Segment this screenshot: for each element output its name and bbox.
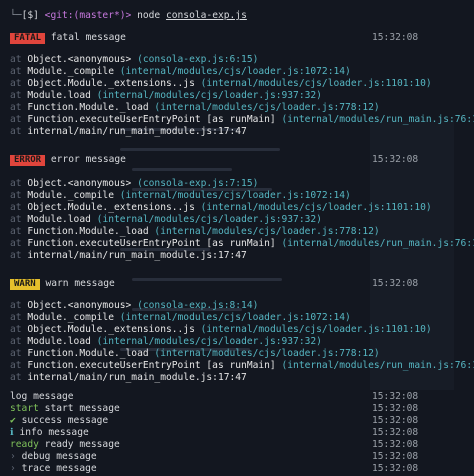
fatal-header: FATAL fatal message — [10, 32, 126, 44]
check-icon: ✔ — [10, 415, 16, 426]
stack-line: at internal/main/run_main_module.js:17:4… — [10, 250, 247, 261]
error-badge: ERROR — [10, 155, 46, 166]
timestamp: 15:32:08 — [372, 391, 419, 402]
terminal-window: └─[$] <git:(master*)> node consola-exp.j… — [0, 0, 474, 476]
success-line: ✔ success message — [10, 415, 109, 426]
stack-line: at Object.Module._extensions..js (intern… — [10, 78, 432, 89]
prompt-command: node — [137, 10, 161, 21]
stack-line: at Module._compile (internal/modules/cjs… — [10, 190, 351, 201]
timestamp: 15:32:08 — [372, 154, 419, 165]
stack-line: at Object.<anonymous> (consola-exp.js:6:… — [10, 54, 259, 65]
stack-line: at Object.Module._extensions..js (intern… — [10, 324, 432, 335]
timestamp: 15:32:08 — [372, 32, 419, 43]
ready-line: ready ready message — [10, 439, 120, 450]
prompt-file: consola-exp.js — [165, 10, 247, 21]
trace-line: › trace message — [10, 463, 97, 474]
stack-line: at Module.load (internal/modules/cjs/loa… — [10, 214, 322, 225]
stack-line: at Function.Module._load (internal/modul… — [10, 102, 380, 113]
stack-line: at Module._compile (internal/modules/cjs… — [10, 312, 351, 323]
prompt-dir: [$] — [21, 10, 39, 21]
timestamp: 15:32:08 — [372, 439, 419, 450]
timestamp: 15:32:08 — [372, 463, 419, 474]
chevron-right-icon: › — [10, 451, 16, 462]
stack-line: at Function.executeUserEntryPoint [as ru… — [10, 114, 474, 125]
warn-message: warn message — [45, 278, 115, 289]
fatal-message: fatal message — [50, 32, 126, 43]
fatal-badge: FATAL — [10, 33, 46, 44]
debug-line: › debug message — [10, 451, 97, 462]
prompt-line: └─[$] <git:(master*)> node consola-exp.j… — [10, 10, 247, 21]
timestamp: 15:32:08 — [372, 451, 419, 462]
stack-line: at Module.load (internal/modules/cjs/loa… — [10, 90, 322, 101]
stack-line: at Object.Module._extensions..js (intern… — [10, 202, 432, 213]
timestamp: 15:32:08 — [372, 427, 419, 438]
error-message: error message — [50, 154, 126, 165]
prompt-git-branch: <git:(master*)> — [44, 10, 132, 21]
stack-line: at Object.<anonymous> (consola-exp.js:8:… — [10, 300, 259, 311]
warn-header: WARN warn message — [10, 278, 115, 290]
terminal-output[interactable]: └─[$] <git:(master*)> node consola-exp.j… — [0, 0, 474, 476]
info-icon: ℹ — [10, 427, 14, 438]
stack-line: at internal/main/run_main_module.js:17:4… — [10, 372, 247, 383]
stack-line: at Module.load (internal/modules/cjs/loa… — [10, 336, 322, 347]
stack-line: at Function.Module._load (internal/modul… — [10, 226, 380, 237]
warn-badge: WARN — [10, 279, 40, 290]
stack-line: at Module._compile (internal/modules/cjs… — [10, 66, 351, 77]
stack-line: at Function.executeUserEntryPoint [as ru… — [10, 360, 474, 371]
chevron-right-icon: › — [10, 463, 16, 474]
timestamp: 15:32:08 — [372, 415, 419, 426]
stack-line: at Function.executeUserEntryPoint [as ru… — [10, 238, 474, 249]
timestamp: 15:32:08 — [372, 403, 419, 414]
timestamp: 15:32:08 — [372, 278, 419, 289]
log-line: log message — [10, 391, 74, 402]
start-line: start start message — [10, 403, 120, 414]
error-header: ERROR error message — [10, 154, 126, 166]
stack-line: at internal/main/run_main_module.js:17:4… — [10, 126, 247, 137]
info-line: ℹ info message — [10, 427, 89, 438]
stack-line: at Object.<anonymous> (consola-exp.js:7:… — [10, 178, 259, 189]
stack-line: at Function.Module._load (internal/modul… — [10, 348, 380, 359]
